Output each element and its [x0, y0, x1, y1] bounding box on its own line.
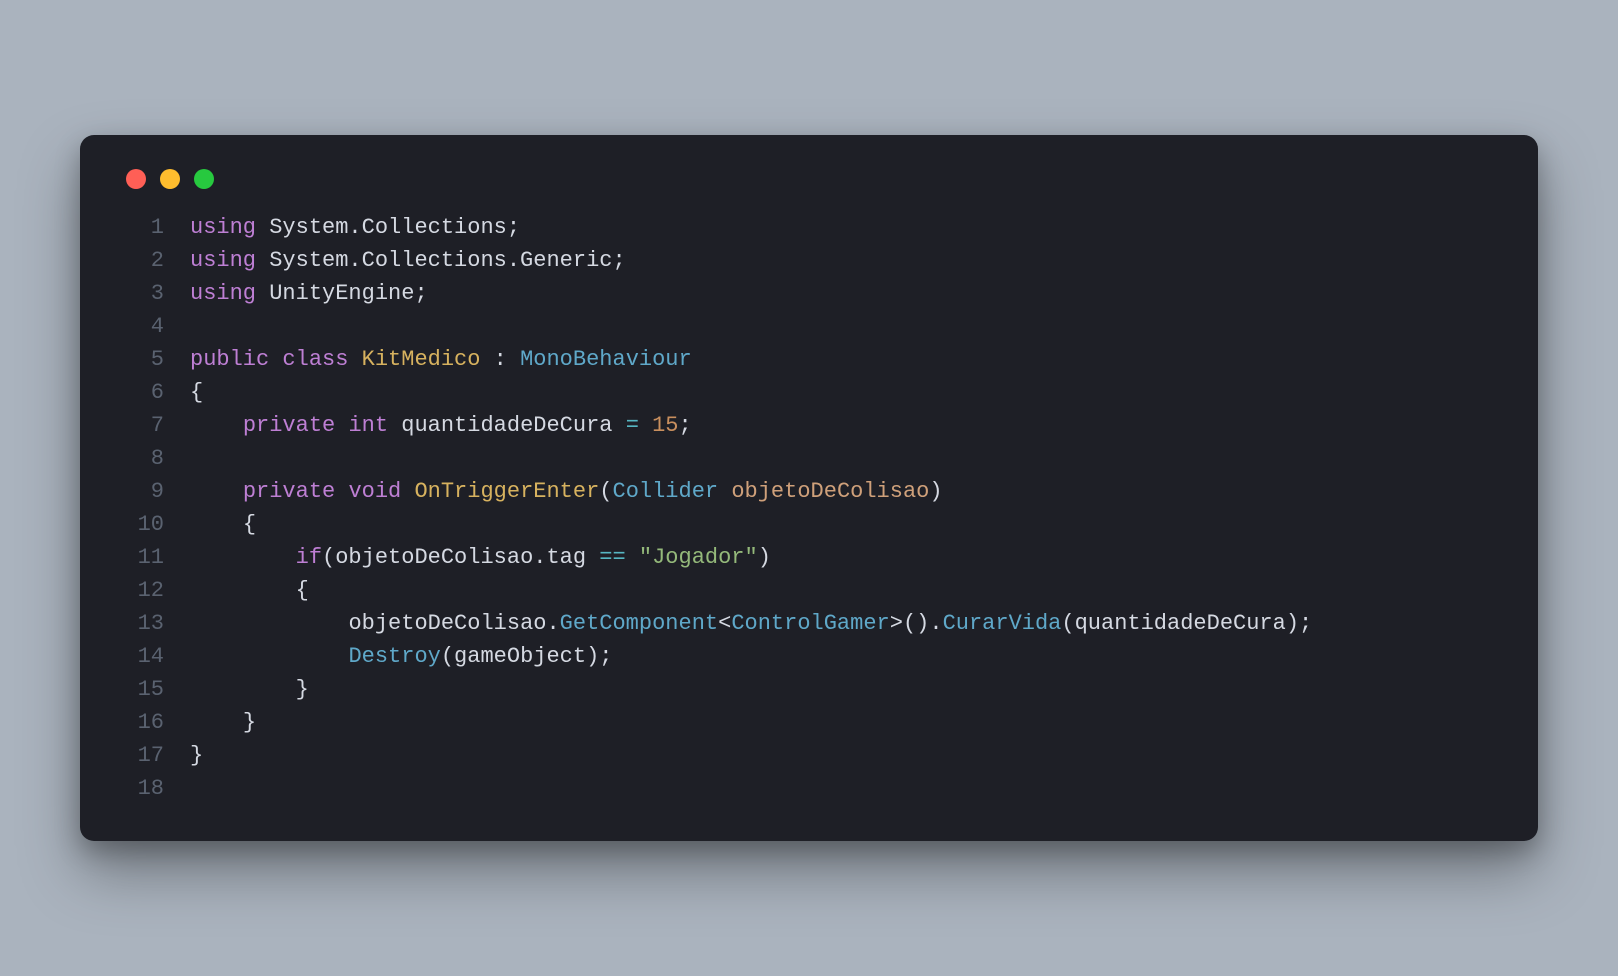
code-line-content: [190, 442, 1498, 475]
code-line: 4: [120, 310, 1498, 343]
window-controls: [120, 163, 1498, 211]
code-line: 11 if(objetoDeColisao.tag == "Jogador"): [120, 541, 1498, 574]
code-line: 1using System.Collections;: [120, 211, 1498, 244]
maximize-icon[interactable]: [194, 169, 214, 189]
code-line-content: objetoDeColisao.GetComponent<ControlGame…: [190, 607, 1498, 640]
code-line-content: [190, 310, 1498, 343]
code-line-content: private void OnTriggerEnter(Collider obj…: [190, 475, 1498, 508]
code-line-content: using System.Collections;: [190, 211, 1498, 244]
code-line: 13 objetoDeColisao.GetComponent<ControlG…: [120, 607, 1498, 640]
line-number: 12: [120, 574, 190, 607]
code-line: 5public class KitMedico : MonoBehaviour: [120, 343, 1498, 376]
line-number: 16: [120, 706, 190, 739]
line-number: 4: [120, 310, 190, 343]
line-number: 5: [120, 343, 190, 376]
code-line-content: using System.Collections.Generic;: [190, 244, 1498, 277]
code-line: 15 }: [120, 673, 1498, 706]
code-line: 10 {: [120, 508, 1498, 541]
line-number: 1: [120, 211, 190, 244]
code-line-content: using UnityEngine;: [190, 277, 1498, 310]
code-line: 18: [120, 772, 1498, 805]
minimize-icon[interactable]: [160, 169, 180, 189]
code-line-content: }: [190, 706, 1498, 739]
code-line-content: }: [190, 673, 1498, 706]
code-line-content: {: [190, 574, 1498, 607]
code-area[interactable]: 1using System.Collections;2using System.…: [120, 211, 1498, 805]
line-number: 10: [120, 508, 190, 541]
line-number: 13: [120, 607, 190, 640]
line-number: 8: [120, 442, 190, 475]
code-line: 7 private int quantidadeDeCura = 15;: [120, 409, 1498, 442]
line-number: 14: [120, 640, 190, 673]
line-number: 2: [120, 244, 190, 277]
line-number: 6: [120, 376, 190, 409]
code-line-content: Destroy(gameObject);: [190, 640, 1498, 673]
code-line-content: }: [190, 739, 1498, 772]
code-line: 14 Destroy(gameObject);: [120, 640, 1498, 673]
line-number: 18: [120, 772, 190, 805]
line-number: 11: [120, 541, 190, 574]
line-number: 3: [120, 277, 190, 310]
line-number: 17: [120, 739, 190, 772]
code-line: 17}: [120, 739, 1498, 772]
line-number: 7: [120, 409, 190, 442]
code-line: 3using UnityEngine;: [120, 277, 1498, 310]
code-window: 1using System.Collections;2using System.…: [80, 135, 1538, 841]
code-line-content: if(objetoDeColisao.tag == "Jogador"): [190, 541, 1498, 574]
code-line-content: private int quantidadeDeCura = 15;: [190, 409, 1498, 442]
code-line-content: {: [190, 508, 1498, 541]
close-icon[interactable]: [126, 169, 146, 189]
line-number: 15: [120, 673, 190, 706]
stage: 1using System.Collections;2using System.…: [0, 0, 1618, 976]
code-line-content: [190, 772, 1498, 805]
code-line: 16 }: [120, 706, 1498, 739]
code-line-content: {: [190, 376, 1498, 409]
code-line: 6{: [120, 376, 1498, 409]
code-line: 2using System.Collections.Generic;: [120, 244, 1498, 277]
code-line: 12 {: [120, 574, 1498, 607]
code-line: 9 private void OnTriggerEnter(Collider o…: [120, 475, 1498, 508]
code-line: 8: [120, 442, 1498, 475]
code-line-content: public class KitMedico : MonoBehaviour: [190, 343, 1498, 376]
line-number: 9: [120, 475, 190, 508]
